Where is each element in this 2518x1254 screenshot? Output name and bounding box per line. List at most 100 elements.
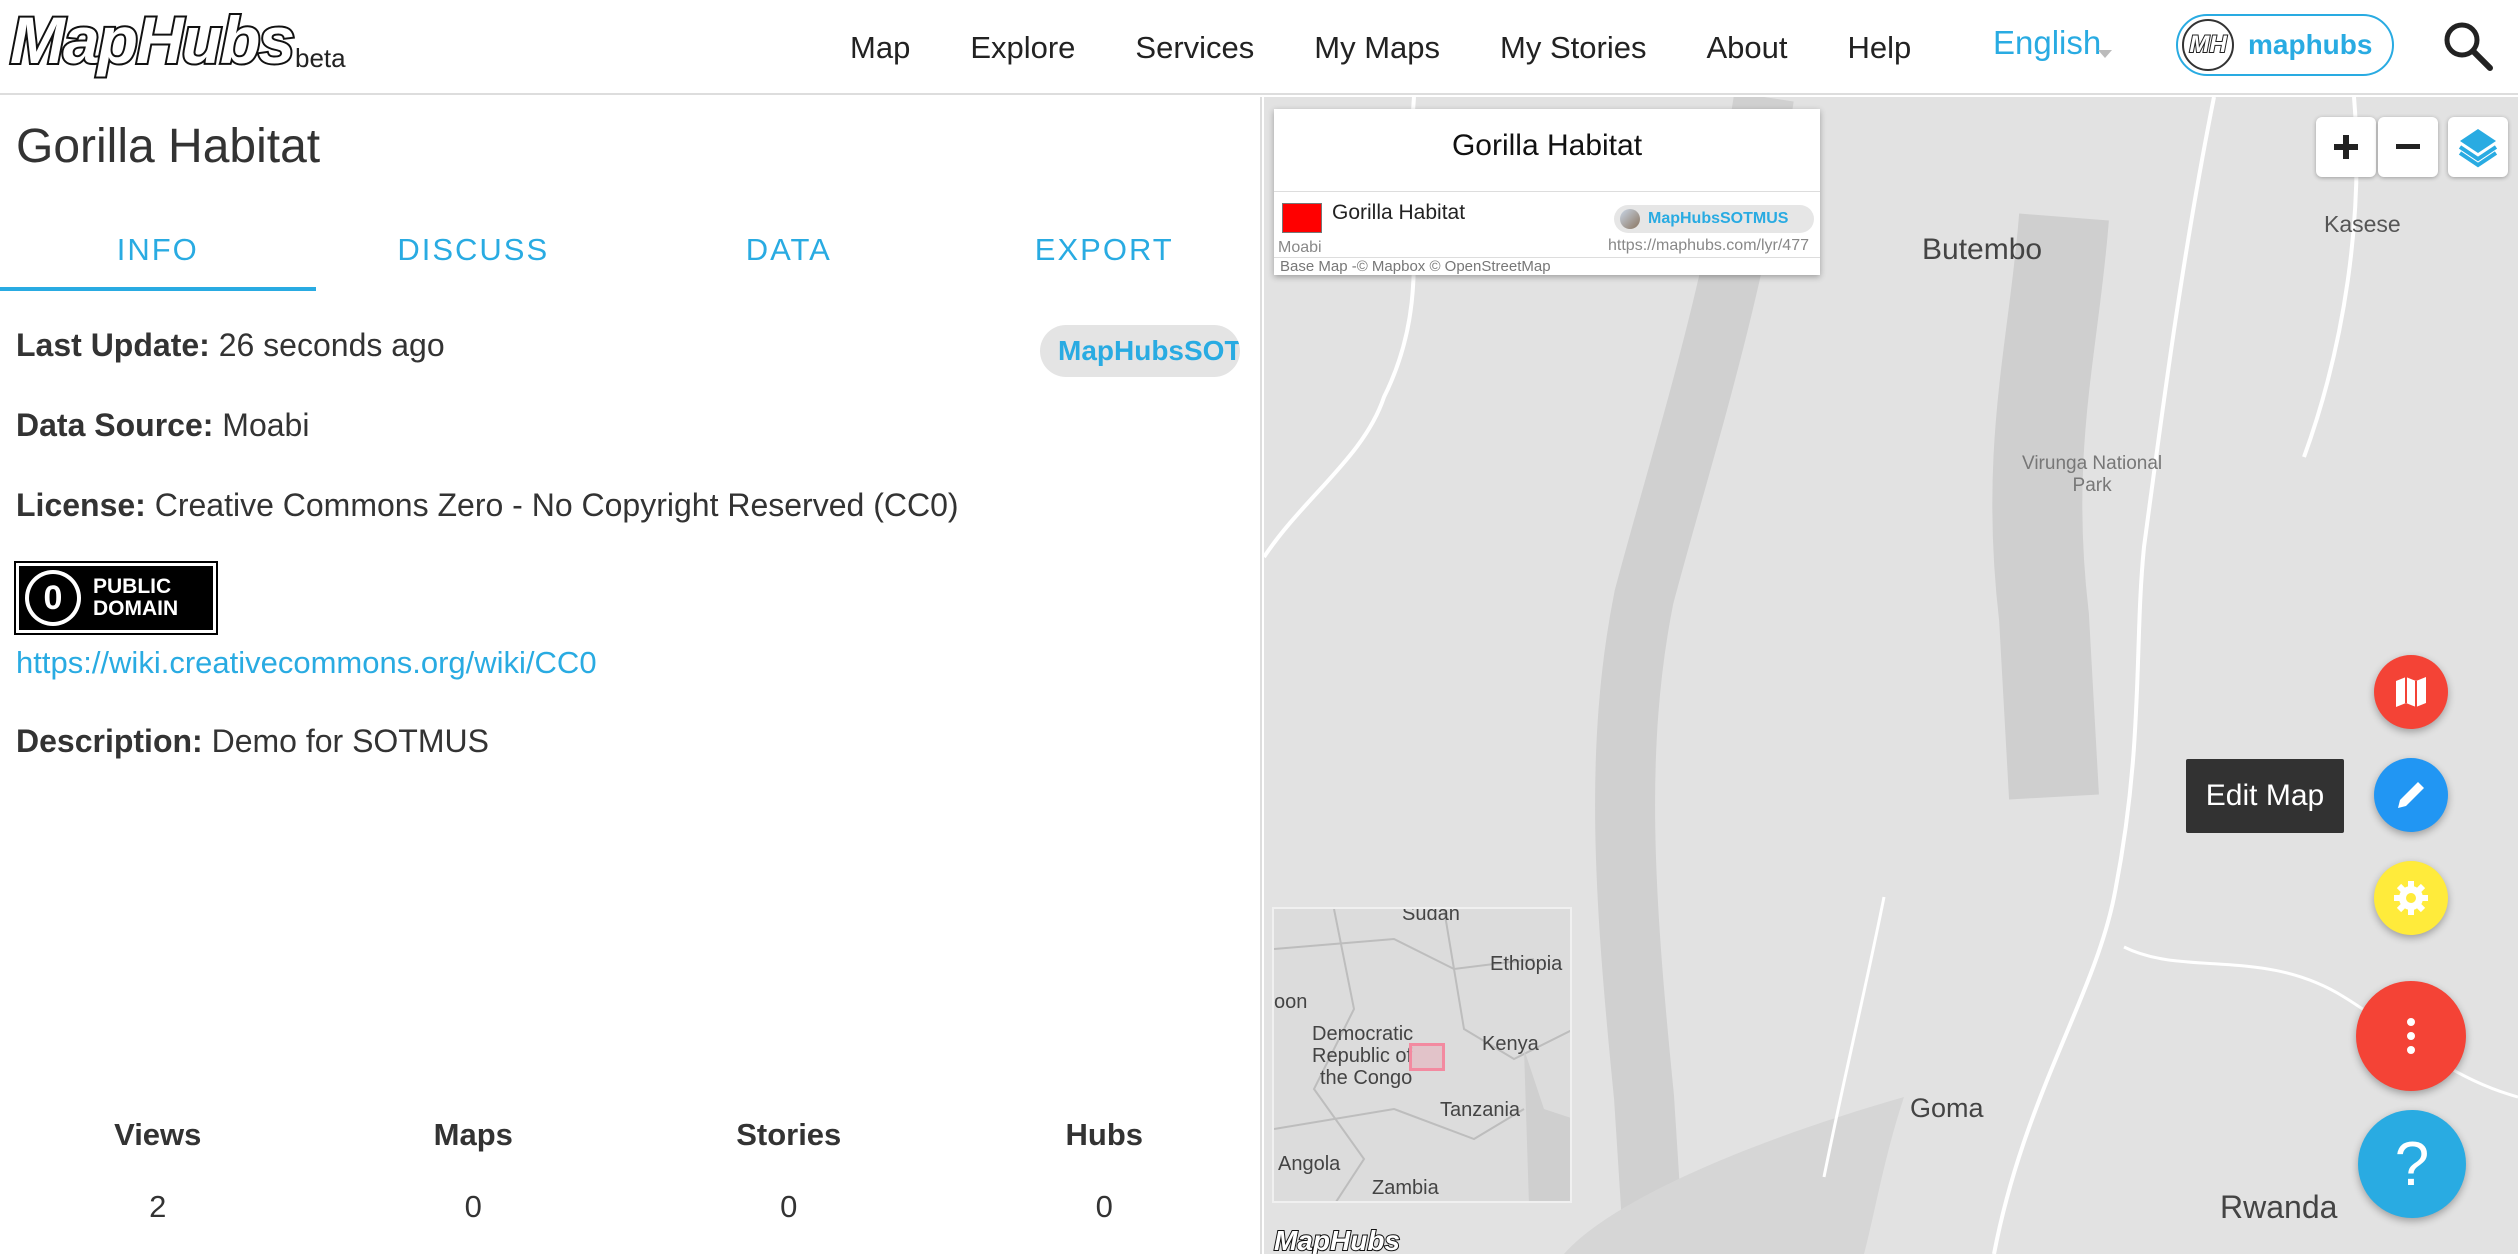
minus-icon (2396, 144, 2420, 149)
data-source-label: Data Source: (16, 407, 214, 443)
minimap-label: Ethiopia (1490, 953, 1563, 975)
tab-data[interactable]: DATA (631, 209, 947, 291)
more-vert-icon (2407, 1018, 2415, 1054)
layers-button[interactable] (2448, 117, 2508, 177)
minimap-label: Angola (1278, 1153, 1341, 1175)
license: License: Creative Commons Zero - No Copy… (16, 487, 959, 524)
gear-icon (2394, 881, 2428, 915)
minimap-label: oon (1274, 991, 1308, 1013)
license-label: License: (16, 487, 146, 523)
layer-stats: Views 2 Maps 0 Stories 0 Hubs 0 (0, 1117, 1262, 1225)
tab-export[interactable]: EXPORT (947, 209, 1263, 291)
tab-info[interactable]: INFO (0, 209, 316, 291)
owner-chip[interactable]: MapHubsSOTMUS (1040, 325, 1240, 377)
cc0-public-domain-badge: 0 PUBLIC DOMAIN (14, 561, 218, 635)
map-view[interactable]: Butembo Kasese Virunga National Park Gom… (1264, 97, 2518, 1254)
minimap-label: Sudan (1402, 907, 1460, 925)
stat-views: Views 2 (0, 1117, 316, 1225)
layer-tabs: INFO DISCUSS DATA EXPORT (0, 209, 1262, 291)
pencil-icon (2398, 782, 2424, 808)
legend-url[interactable]: https://maphubs.com/lyr/477 (1608, 237, 1809, 255)
maphubs-logo[interactable]: MapHubs beta (8, 2, 346, 78)
last-update-label: Last Update: (16, 327, 210, 363)
cc-badge-text-1: PUBLIC (93, 575, 172, 598)
zoom-in-button[interactable] (2316, 117, 2376, 177)
place-label-line: Virunga National (2022, 453, 2163, 474)
map-fab-button[interactable] (2374, 655, 2448, 729)
zoom-out-button[interactable] (2378, 117, 2438, 177)
nav-map[interactable]: Map (850, 30, 910, 66)
legend-source: Moabi (1278, 239, 1322, 256)
stat-value: 0 (1095, 1189, 1113, 1224)
place-label: Virunga National Park (2022, 453, 2162, 497)
more-actions-button[interactable] (2356, 981, 2466, 1091)
layers-icon (2458, 129, 2498, 168)
stat-label: Stories (736, 1117, 842, 1152)
place-label: Butembo (1922, 233, 2043, 266)
nav-explore[interactable]: Explore (970, 30, 1075, 66)
nav-about[interactable]: About (1706, 30, 1787, 66)
chevron-down-icon (2098, 50, 2112, 58)
stat-hubs: Hubs 0 (947, 1117, 1263, 1225)
logo-text: MapHubs (8, 2, 297, 78)
stat-value: 2 (149, 1189, 167, 1224)
legend-owner-chip[interactable]: MapHubsSOTMUS (1614, 205, 1814, 233)
map-logo: MapHubs (1273, 1224, 1401, 1254)
stat-value: 0 (780, 1189, 798, 1224)
stat-value: 0 (464, 1189, 482, 1224)
user-menu-button[interactable]: MH maphubs (2176, 14, 2394, 76)
edit-map-tooltip: Edit Map (2186, 759, 2344, 833)
map-attribution[interactable]: Base Map -© Mapbox © OpenStreetMap (1274, 257, 1820, 275)
user-name: maphubs (2248, 29, 2373, 60)
nav-services[interactable]: Services (1135, 30, 1254, 66)
nav-my-stories[interactable]: My Stories (1500, 30, 1646, 66)
data-source: Data Source: Moabi (16, 407, 309, 444)
place-label: Rwanda (2220, 1189, 2338, 1225)
cc-zero-icon: 0 (25, 570, 81, 626)
last-update-value: 26 seconds ago (218, 327, 445, 363)
divider (1274, 191, 1820, 192)
legend-swatch (1282, 203, 1322, 233)
minimap[interactable]: Sudan Ethiopia oon Democratic Republic o… (1272, 907, 1572, 1203)
place-label: Kasese (2324, 211, 2401, 237)
stat-label: Views (114, 1117, 202, 1152)
settings-button[interactable] (2374, 861, 2448, 935)
description: Description: Demo for SOTMUS (16, 723, 489, 760)
minimap-label-line: Republic of (1312, 1045, 1413, 1067)
help-button[interactable]: ? (2358, 1110, 2466, 1218)
page-title: Gorilla Habitat (16, 120, 321, 173)
minimap-viewport-box[interactable] (1409, 1043, 1445, 1071)
description-value: Demo for SOTMUS (211, 723, 489, 759)
legend-title: Gorilla Habitat (1451, 129, 1643, 162)
data-source-value: Moabi (222, 407, 310, 443)
stat-stories: Stories 0 (631, 1117, 947, 1225)
main-nav: Map Explore Services My Maps My Stories … (820, 0, 1941, 95)
minimap-label-line: the Congo (1320, 1067, 1413, 1089)
nav-help[interactable]: Help (1847, 30, 1911, 66)
top-navbar: MapHubs beta Map Explore Services My Map… (0, 0, 2518, 95)
layer-info-panel: Gorilla Habitat INFO DISCUSS DATA EXPORT… (0, 97, 1262, 1254)
nav-my-maps[interactable]: My Maps (1314, 30, 1440, 66)
license-link[interactable]: https://wiki.creativecommons.org/wiki/CC… (16, 645, 597, 681)
tab-discuss[interactable]: DISCUSS (316, 209, 632, 291)
search-icon[interactable] (2440, 18, 2496, 74)
cc-badge-text-2: DOMAIN (93, 597, 179, 620)
help-icon: ? (2394, 1129, 2430, 1199)
owner-name: MapHubsSOTMUS (1058, 335, 1240, 366)
place-label: Goma (1910, 1093, 1984, 1123)
minimap-label: Zambia (1372, 1177, 1439, 1199)
avatar: MH (2182, 19, 2234, 71)
stat-label: Maps (433, 1117, 513, 1152)
minimap-label: Kenya (1482, 1033, 1539, 1055)
description-label: Description: (16, 723, 203, 759)
minimap-label: Tanzania (1440, 1099, 1521, 1121)
edit-map-button[interactable] (2374, 758, 2448, 832)
last-update: Last Update: 26 seconds ago (16, 327, 445, 364)
legend-layer-name: Gorilla Habitat (1332, 201, 1466, 224)
plus-icon (2334, 135, 2358, 159)
minimap-label: Democratic Republic of the Congo (1312, 1023, 1413, 1089)
map-icon (2396, 677, 2426, 707)
stat-maps: Maps 0 (316, 1117, 632, 1225)
language-selector[interactable]: English (1993, 24, 2101, 62)
stat-label: Hubs (1065, 1117, 1144, 1152)
